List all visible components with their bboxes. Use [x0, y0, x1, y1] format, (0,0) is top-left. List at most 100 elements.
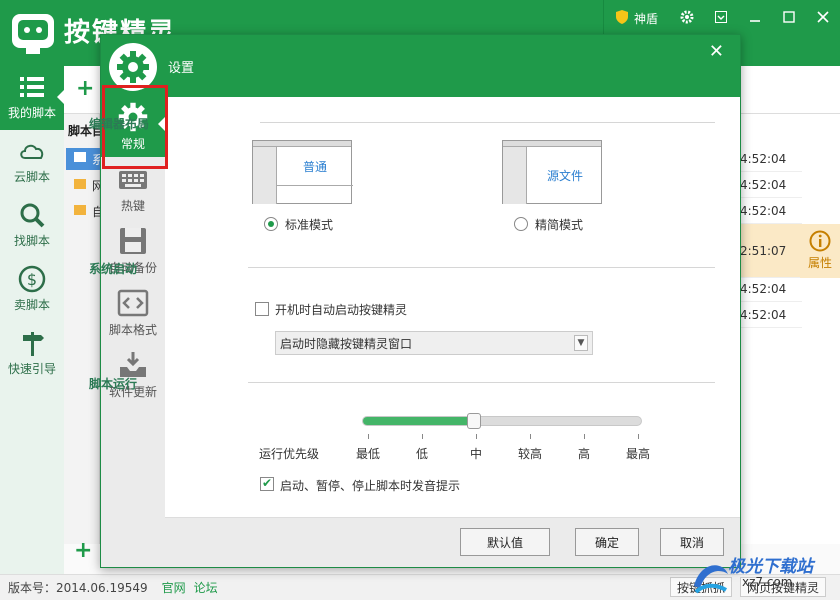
nav-item-sell-scripts[interactable]: $ 卖脚本 — [0, 258, 64, 322]
sidebar-item-label: 热键 — [120, 199, 145, 213]
minimize-icon — [749, 11, 761, 26]
dollar-icon: $ — [17, 264, 47, 294]
radio-label-simple: 精简模式 — [535, 218, 584, 232]
sidebar-item-script-format[interactable]: 脚本格式 — [101, 283, 165, 343]
title-controls: 神盾 — [602, 0, 840, 36]
sound-prompt-checkbox[interactable] — [260, 476, 274, 491]
priority-tick — [638, 434, 639, 439]
code-icon — [117, 287, 149, 319]
tree-item[interactable]: 网 — [74, 174, 104, 196]
nav-label: 卖脚本 — [13, 298, 50, 312]
select-value: 启动时隐藏按键精灵窗口 — [280, 336, 413, 351]
priority-tick — [368, 434, 369, 439]
priority-tick-label: 高 — [577, 447, 591, 461]
dialog-title: 设置 — [168, 61, 195, 76]
autostart-label: 开机时自动启动按键精灵 — [275, 303, 408, 317]
nav-label: 我的脚本 — [7, 106, 56, 120]
cloud-icon — [17, 136, 47, 166]
radio-simple-mode[interactable] — [514, 217, 528, 231]
folder-icon — [74, 152, 86, 162]
priority-tick — [584, 434, 585, 439]
priority-tick-label: 中 — [469, 447, 483, 461]
priority-tick-label: 最低 — [355, 447, 381, 461]
radio-standard-mode[interactable] — [264, 217, 278, 231]
section-title-editor-layout: 编辑器布局 — [89, 117, 150, 131]
dialog-close-icon[interactable]: ✕ — [709, 41, 724, 62]
list-item-time: 4:52:04 — [740, 276, 802, 302]
ok-button[interactable]: 确定 — [575, 528, 639, 556]
sidebar-item-label: 脚本格式 — [108, 323, 157, 337]
priority-tick-label: 低 — [415, 447, 429, 461]
info-icon — [809, 230, 831, 252]
minimize-button[interactable] — [738, 0, 772, 36]
chevron-down-icon: ▼ — [574, 335, 588, 351]
dialog-footer — [165, 517, 740, 567]
add-script-plus-icon[interactable]: + — [76, 76, 94, 101]
section-divider — [248, 267, 715, 268]
shield-label: 神盾 — [633, 11, 658, 26]
search-icon — [17, 200, 47, 230]
menu-button[interactable] — [704, 0, 738, 36]
priority-tick — [476, 434, 477, 439]
properties-button[interactable]: 属性 — [800, 224, 840, 278]
version-text: 版本号：2014.06.19549 — [8, 581, 148, 595]
gear-icon — [680, 10, 694, 27]
list-item-time: 4:52:04 — [740, 146, 802, 172]
nav-item-my-scripts[interactable]: 我的脚本 — [0, 66, 64, 130]
priority-tick-label: 较高 — [517, 447, 543, 461]
list-item-time: 4:52:04 — [740, 172, 802, 198]
settings-button[interactable] — [670, 0, 704, 36]
folder-icon — [74, 205, 86, 215]
close-button[interactable] — [806, 0, 840, 36]
tree-item[interactable]: 系 — [66, 148, 104, 170]
dropdown-menu-icon — [715, 10, 727, 26]
priority-slider-fill — [363, 417, 475, 425]
shield-button[interactable]: 神盾 — [602, 0, 670, 36]
startup-window-select[interactable]: 启动时隐藏按键精灵窗口 ▼ — [275, 331, 593, 355]
list-item-time: 4:52:04 — [740, 302, 802, 328]
sound-prompt-label: 启动、暂停、停止脚本时发音提示 — [280, 479, 461, 493]
section-title-run: 脚本运行 — [89, 377, 138, 391]
priority-slider[interactable] — [362, 413, 642, 429]
add-folder-plus-icon[interactable]: + — [74, 538, 92, 563]
section-divider — [260, 122, 715, 123]
priority-tick-label: 最高 — [625, 447, 651, 461]
svg-text:$: $ — [27, 270, 37, 289]
properties-label: 属性 — [807, 256, 832, 270]
autostart-checkbox[interactable] — [255, 302, 269, 316]
nav-item-quick-guide[interactable]: 快速引导 — [0, 322, 64, 386]
preview-label: 源文件 — [546, 169, 583, 183]
close-icon — [817, 10, 829, 26]
official-site-link[interactable]: 官网 — [162, 579, 186, 596]
dialog-header: 设置 ✕ — [101, 35, 740, 97]
layout-preview-normal[interactable]: 普通 — [252, 140, 353, 204]
watermark-text: 极光下载站 — [728, 557, 813, 577]
nav-item-find-scripts[interactable]: 找脚本 — [0, 194, 64, 258]
priority-label: 运行优先级 — [259, 447, 320, 461]
nav-label: 找脚本 — [13, 234, 50, 248]
priority-slider-thumb[interactable] — [467, 413, 482, 429]
preview-label: 普通 — [302, 159, 327, 174]
list-item-time: 2:51:07 — [740, 224, 802, 278]
nav-label: 快速引导 — [7, 362, 56, 376]
list-item-time: 4:52:04 — [740, 198, 802, 224]
shield-icon — [615, 9, 628, 27]
watermark-sub: xz7.com — [742, 575, 793, 589]
section-divider — [248, 382, 715, 383]
default-button[interactable]: 默认值 — [460, 528, 550, 556]
layout-preview-source[interactable]: 源文件 — [502, 140, 602, 204]
folder-icon — [74, 179, 86, 189]
maximize-icon — [783, 10, 795, 26]
radio-label-standard: 标准模式 — [285, 218, 334, 232]
list-icon — [17, 72, 47, 102]
forum-link[interactable]: 论坛 — [194, 579, 218, 596]
maximize-button[interactable] — [772, 0, 806, 36]
priority-tick — [530, 434, 531, 439]
signpost-icon — [17, 328, 47, 358]
priority-tick — [422, 434, 423, 439]
save-icon — [117, 225, 149, 257]
left-nav: 我的脚本 云脚本 找脚本 $ 卖脚本 快速引导 — [0, 66, 64, 574]
tree-item[interactable]: 自 — [74, 200, 104, 222]
nav-item-cloud-scripts[interactable]: 云脚本 — [0, 130, 64, 194]
app-logo-icon — [8, 8, 58, 58]
